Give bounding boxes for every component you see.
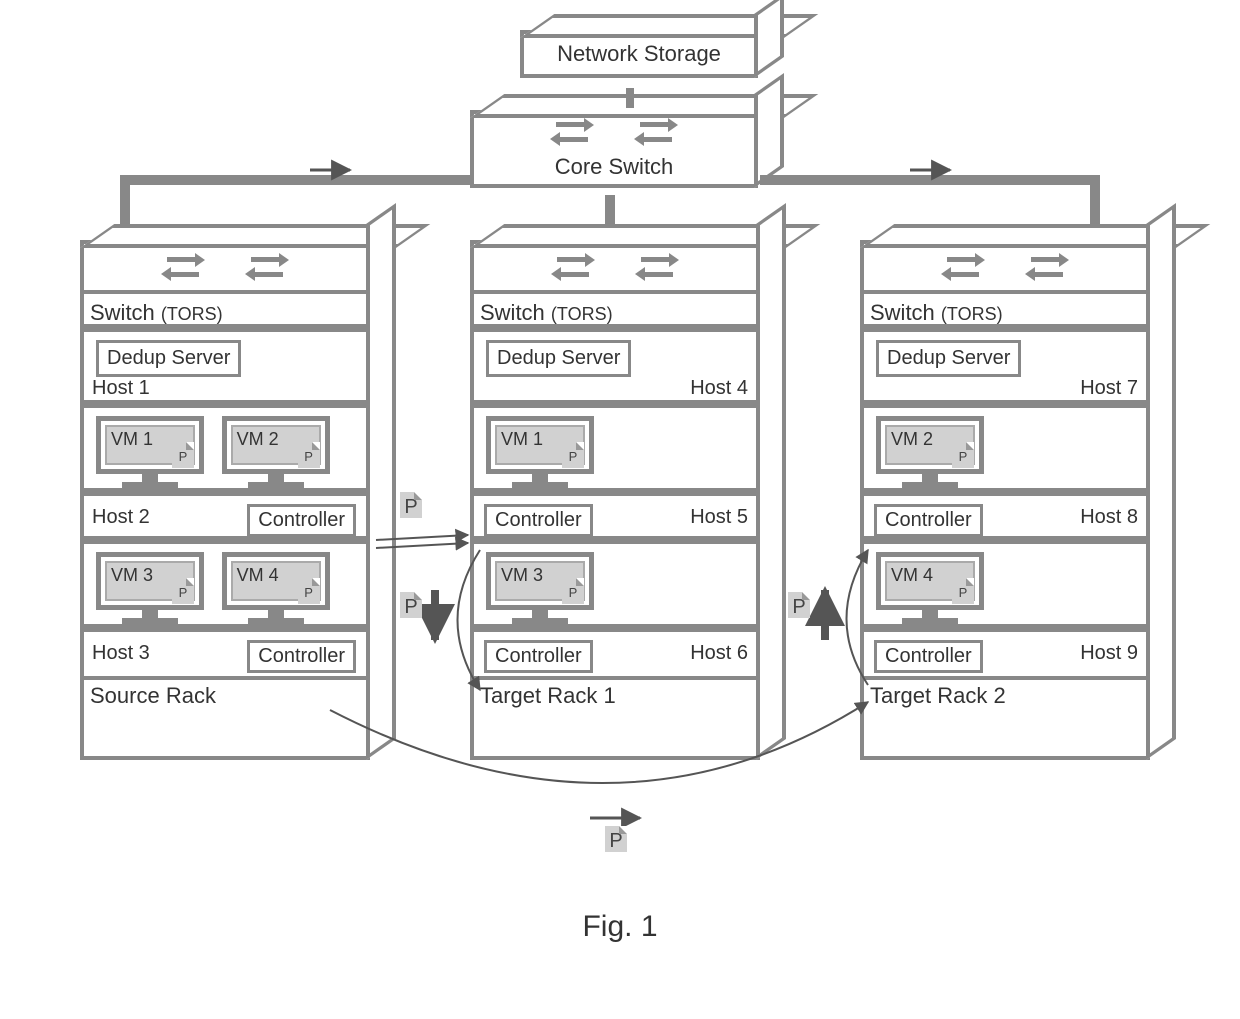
switch-arrows-icon — [161, 253, 205, 281]
vm-monitor-icon: VM 4 P — [222, 552, 330, 624]
switch-arrows-icon — [634, 118, 678, 146]
target-rack-1: Switch (TORS) Dedup Server Host 4 VM 1 P… — [470, 240, 760, 760]
switch-label: Switch — [480, 300, 545, 325]
host-label: Host 3 — [92, 642, 150, 665]
rack-name-label: Target Rack 2 — [864, 680, 1146, 714]
tors-label: (TORS) — [551, 304, 613, 324]
tors-switch-arrows — [474, 244, 756, 294]
switch-arrows-icon — [551, 253, 595, 281]
controller-box: Controller — [484, 504, 593, 537]
switch-arrows-icon — [941, 253, 985, 281]
rack-name-label: Source Rack — [84, 680, 366, 714]
switch-label: Switch — [90, 300, 155, 325]
host-label: Host 2 — [92, 506, 150, 529]
dedup-server-box: Dedup Server — [96, 340, 241, 377]
tors-label: (TORS) — [161, 304, 223, 324]
p-file-icon: P — [172, 578, 194, 604]
tors-switch-arrows — [84, 244, 366, 294]
host-label: Host 8 — [1080, 506, 1138, 529]
host-label: Host 5 — [690, 506, 748, 529]
p-file-icon: P — [400, 592, 422, 618]
controller-box: Controller — [874, 640, 983, 673]
controller-box: Controller — [874, 504, 983, 537]
vm-monitor-icon: VM 1 P — [96, 416, 204, 488]
core-switch-label: Core Switch — [474, 154, 754, 180]
switch-label: Switch — [870, 300, 935, 325]
p-file-icon: P — [298, 442, 320, 468]
controller-box: Controller — [247, 640, 356, 673]
p-file-icon: P — [788, 592, 810, 618]
dedup-server-box: Dedup Server — [486, 340, 631, 377]
tors-label: (TORS) — [941, 304, 1003, 324]
switch-arrows-icon — [550, 118, 594, 146]
p-file-icon: P — [400, 492, 422, 518]
vm-monitor-icon: VM 2 P — [876, 416, 984, 488]
rack-name-label: Target Rack 1 — [474, 680, 756, 714]
switch-arrows-icon — [1025, 253, 1069, 281]
tors-switch-arrows — [864, 244, 1146, 294]
vm-monitor-icon: VM 3 P — [486, 552, 594, 624]
controller-box: Controller — [484, 640, 593, 673]
switch-arrows-icon — [245, 253, 289, 281]
controller-box: Controller — [247, 504, 356, 537]
p-file-icon: P — [298, 578, 320, 604]
p-file-icon: P — [605, 826, 627, 852]
vm-monitor-icon: VM 4 P — [876, 552, 984, 624]
source-rack: Switch (TORS) Dedup Server Host 1 VM 1 P… — [80, 240, 370, 760]
host-label: Host 1 — [92, 377, 150, 400]
vm-monitor-icon: VM 1 P — [486, 416, 594, 488]
vm-monitor-icon: VM 2 P — [222, 416, 330, 488]
p-file-icon: P — [562, 442, 584, 468]
network-storage-label: Network Storage — [557, 41, 721, 66]
p-file-icon: P — [952, 442, 974, 468]
network-storage-box: Network Storage — [520, 30, 758, 78]
host-label: Host 6 — [690, 642, 748, 665]
p-file-icon: P — [562, 578, 584, 604]
p-file-icon: P — [952, 578, 974, 604]
switch-arrows-icon — [635, 253, 679, 281]
vm-monitor-icon: VM 3 P — [96, 552, 204, 624]
dedup-server-box: Dedup Server — [876, 340, 1021, 377]
host-label: Host 7 — [1080, 377, 1138, 400]
network-migration-diagram: Network Storage Core Switch Switch (TORS… — [30, 30, 1210, 970]
host-label: Host 9 — [1080, 642, 1138, 665]
p-file-icon: P — [172, 442, 194, 468]
target-rack-2: Switch (TORS) Dedup Server Host 7 VM 2 P… — [860, 240, 1150, 760]
host-label: Host 4 — [690, 377, 748, 400]
core-switch-box: Core Switch — [470, 110, 758, 188]
figure-caption: Fig. 1 — [30, 910, 1210, 944]
